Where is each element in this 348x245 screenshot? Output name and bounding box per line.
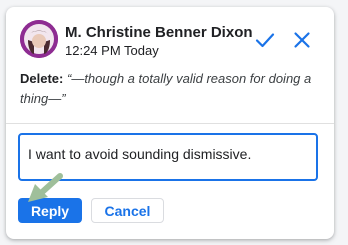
suggestion-label: Delete: (20, 71, 64, 86)
comment-author: M. Christine Benner Dixon (65, 24, 253, 41)
divider (6, 123, 334, 124)
comment-card: M. Christine Benner Dixon 12:24 PM Today… (6, 7, 334, 239)
page: M. Christine Benner Dixon 12:24 PM Today… (0, 0, 348, 245)
accept-suggestion-button[interactable] (253, 28, 277, 52)
cancel-button[interactable]: Cancel (91, 198, 164, 223)
reject-suggestion-button[interactable] (290, 28, 314, 52)
suggestion-text: Delete: “—though a totally valid reason … (20, 69, 320, 109)
reply-button[interactable]: Reply (18, 198, 82, 223)
close-icon (294, 32, 310, 48)
comment-timestamp: 12:24 PM Today (65, 43, 159, 58)
suggestion-quote: “—though a totally valid reason for doin… (20, 71, 312, 106)
reply-input[interactable]: I want to avoid sounding dismissive. (18, 133, 318, 181)
avatar (20, 20, 58, 58)
check-icon (255, 33, 275, 48)
